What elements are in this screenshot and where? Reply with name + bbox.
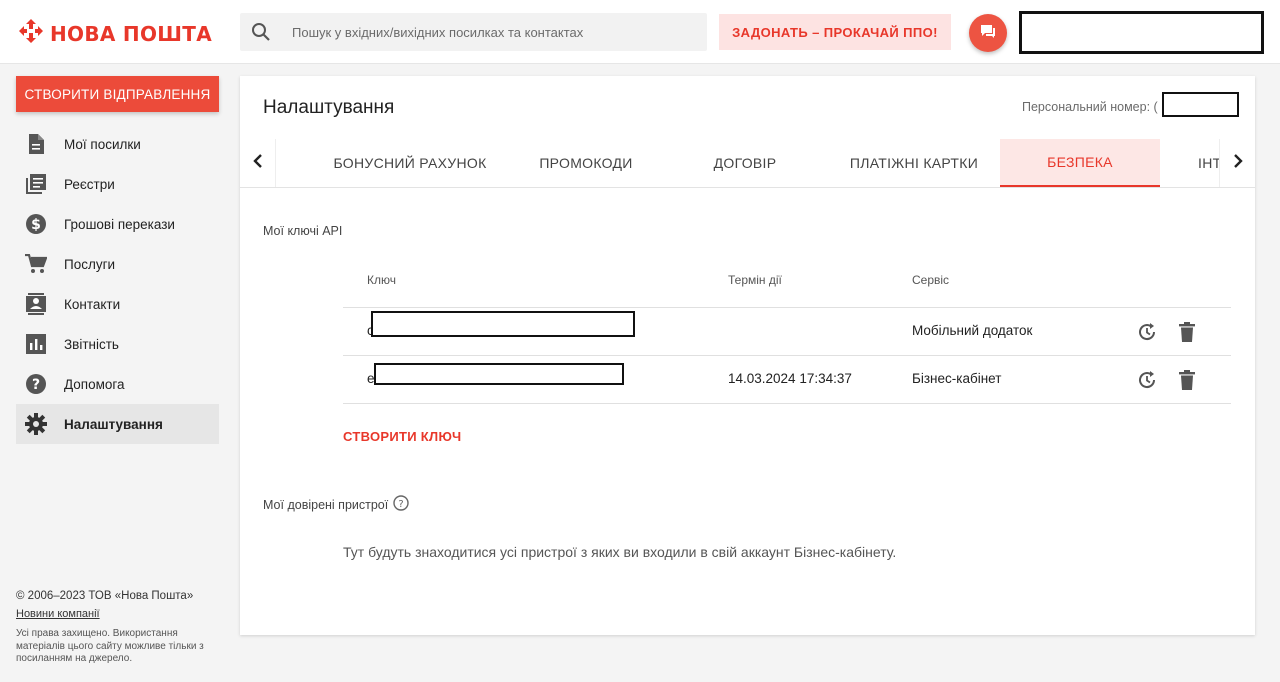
personal-number-label: Персональний номер: ( xyxy=(1022,100,1158,114)
api-key-redacted xyxy=(374,363,624,385)
sidebar-item-label: Грошові перекази xyxy=(64,216,175,232)
table-divider xyxy=(343,307,1231,308)
chevron-right-icon xyxy=(1233,153,1243,173)
sidebar-item-contacts[interactable]: Контакти xyxy=(16,284,219,324)
chart-icon xyxy=(24,332,48,356)
tabs-scroll-right-button[interactable] xyxy=(1219,139,1255,187)
sidebar-item-label: Звітність xyxy=(64,336,119,352)
svg-text:?: ? xyxy=(32,377,40,393)
search-input[interactable] xyxy=(292,24,692,40)
gear-icon xyxy=(24,412,48,436)
sidebar-item-label: Допомога xyxy=(64,376,125,392)
sidebar-item-settings[interactable]: Налаштування xyxy=(16,404,219,444)
help-icon: ? xyxy=(24,372,48,396)
contact-icon xyxy=(24,292,48,316)
column-header-key: Ключ xyxy=(367,273,396,287)
tabs-scroll-left-button[interactable] xyxy=(240,139,276,187)
company-news-link[interactable]: Новини компанії xyxy=(16,608,216,620)
page-title: Налаштування xyxy=(263,97,395,118)
sidebar-footer: © 2006–2023 ТОВ «Нова Пошта» Новини комп… xyxy=(16,590,216,666)
sidebar-nav: Мої посилки Реєстри $ Грошові перекази П… xyxy=(16,124,219,444)
help-circle-icon[interactable]: ? xyxy=(393,495,409,514)
column-header-service: Сервіс xyxy=(912,273,950,287)
brand-name: НОВА ПОШТА xyxy=(50,21,212,46)
api-key-service: Мобільний додаток xyxy=(912,323,1033,338)
chat-icon xyxy=(979,22,997,45)
create-key-button[interactable]: СТВОРИТИ КЛЮЧ xyxy=(343,429,461,444)
api-key-service: Бізнес-кабінет xyxy=(912,371,1002,386)
tab-promocodes[interactable]: ПРОМОКОДИ xyxy=(522,139,650,187)
settings-card: Налаштування Персональний номер: ( І БОН… xyxy=(240,76,1255,635)
api-keys-section-title: Мої ключі API xyxy=(263,224,343,238)
history-icon[interactable] xyxy=(1136,369,1158,391)
top-bar: НОВА ПОШТА ЗАДОНАТЬ – ПРОКАЧАЙ ППО! xyxy=(0,0,1280,64)
trusted-devices-header: Мої довірені пристрої ? xyxy=(263,495,409,514)
sidebar-item-reports[interactable]: Звітність xyxy=(16,324,219,364)
svg-text:$: $ xyxy=(31,217,41,233)
api-key-redacted xyxy=(371,311,635,337)
sidebar-item-services[interactable]: Послуги xyxy=(16,244,219,284)
document-icon xyxy=(24,132,48,156)
logo[interactable]: НОВА ПОШТА xyxy=(18,18,212,49)
column-header-term: Термін дії xyxy=(728,273,782,287)
sidebar-item-my-parcels[interactable]: Мої посилки xyxy=(16,124,219,164)
sidebar-item-money-transfers[interactable]: $ Грошові перекази xyxy=(16,204,219,244)
tab-bonus-account[interactable]: БОНУСНИЙ РАХУНОК xyxy=(320,139,500,187)
trash-icon[interactable] xyxy=(1176,321,1198,343)
api-key-term: 14.03.2024 17:34:37 xyxy=(728,371,852,386)
nova-poshta-logo-icon xyxy=(18,18,44,49)
history-icon[interactable] xyxy=(1136,321,1158,343)
rights-text: Усі права захищено. Використання матеріа… xyxy=(16,628,204,664)
chat-button[interactable] xyxy=(969,14,1007,52)
trusted-devices-title: Мої довірені пристрої xyxy=(263,497,389,512)
search-icon[interactable] xyxy=(240,13,282,51)
sidebar-item-label: Послуги xyxy=(64,256,116,272)
create-shipment-button[interactable]: СТВОРИТИ ВІДПРАВЛЕННЯ xyxy=(16,76,219,112)
trusted-devices-empty-text: Тут будуть знаходитися усі пристрої з як… xyxy=(343,544,897,560)
sidebar-item-label: Мої посилки xyxy=(64,136,141,152)
tab-security[interactable]: БЕЗПЕКА xyxy=(1000,139,1160,187)
donate-button[interactable]: ЗАДОНАТЬ – ПРОКАЧАЙ ППО! xyxy=(719,14,951,50)
sidebar-item-help[interactable]: ? Допомога xyxy=(16,364,219,404)
table-divider xyxy=(343,355,1231,356)
cart-icon xyxy=(24,252,48,276)
user-account-redacted[interactable] xyxy=(1019,11,1264,54)
chevron-left-icon xyxy=(252,153,263,173)
sidebar-item-label: Реєстри xyxy=(64,176,115,192)
settings-tabs: І БОНУСНИЙ РАХУНОК ПРОМОКОДИ ДОГОВІР ПЛА… xyxy=(240,139,1255,188)
table-divider xyxy=(343,403,1231,404)
personal-number-redacted xyxy=(1162,92,1239,117)
sidebar-item-registries[interactable]: Реєстри xyxy=(16,164,219,204)
search-bar[interactable] xyxy=(240,13,707,51)
svg-text:?: ? xyxy=(399,499,404,510)
trash-icon[interactable] xyxy=(1176,369,1198,391)
sidebar-item-label: Контакти xyxy=(64,296,121,312)
dollar-icon: $ xyxy=(24,212,48,236)
tab-payment-cards[interactable]: ПЛАТІЖНІ КАРТКИ xyxy=(834,139,994,187)
registry-icon xyxy=(24,172,48,196)
copyright-text: © 2006–2023 ТОВ «Нова Пошта» xyxy=(16,590,194,602)
sidebar-item-label: Налаштування xyxy=(64,416,163,432)
tab-contract[interactable]: ДОГОВІР xyxy=(690,139,800,187)
